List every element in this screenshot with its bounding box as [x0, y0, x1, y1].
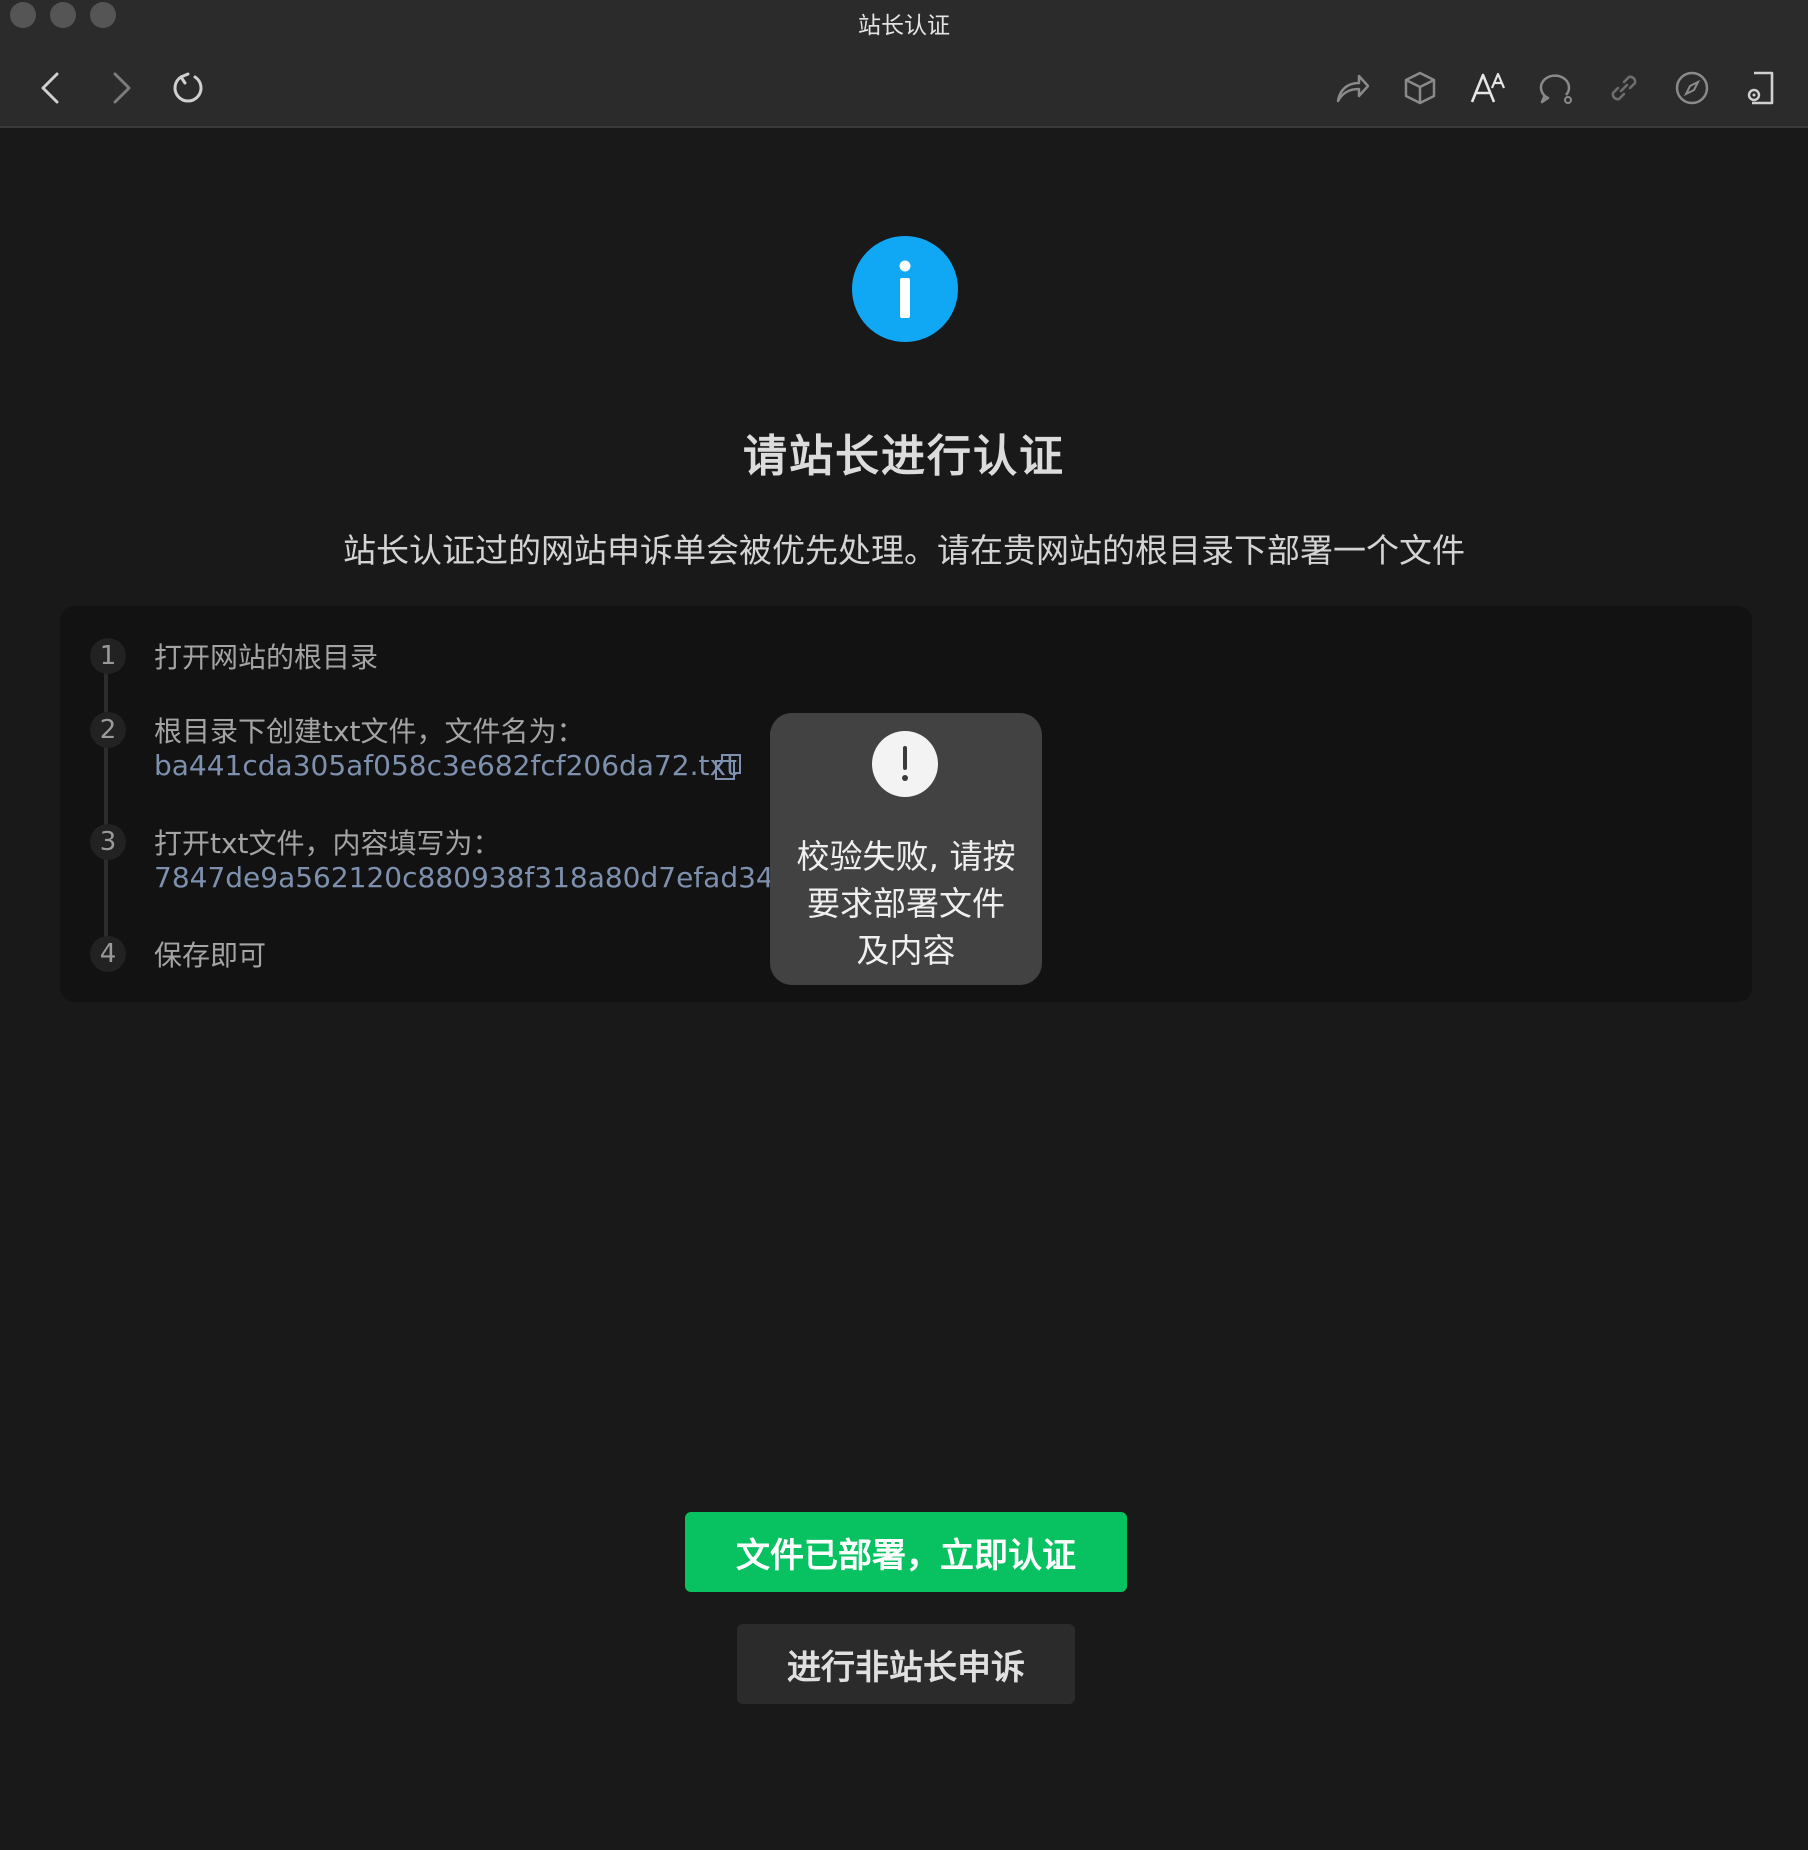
step-number: 1 [90, 638, 126, 674]
title-bar: 站长认证 [0, 0, 1808, 128]
back-icon [41, 72, 59, 104]
non-owner-appeal-button[interactable]: 进行非站长申诉 [737, 1624, 1075, 1704]
toast-message: 校验失败, 请按要求部署文件及内容 [796, 837, 1016, 970]
cube-button[interactable] [1396, 64, 1444, 112]
step-text: 保存即可 [154, 939, 267, 972]
step-text: 根目录下创建txt文件，文件名为： [154, 715, 585, 748]
file-name-value[interactable]: ba441cda305af058c3e682fcf206da72.txt [154, 749, 737, 782]
chat-button[interactable] [1532, 64, 1580, 112]
font-size-icon [1470, 72, 1506, 103]
compass-button[interactable] [1668, 64, 1716, 112]
cube-icon [1404, 71, 1436, 105]
refresh-button[interactable] [164, 64, 212, 112]
device-icon [1747, 71, 1774, 105]
file-content-value[interactable]: 7847de9a562120c880938f318a80d7efad345a7 [154, 861, 827, 894]
page-description: 站长认证过的网站申诉单会被优先处理。请在贵网站的根目录下部署一个文件 [343, 531, 1465, 570]
back-button[interactable] [28, 64, 76, 112]
error-toast: 校验失败, 请按要求部署文件及内容 [770, 713, 1042, 985]
step-number: 4 [90, 936, 126, 972]
step-text: 打开网站的根目录 [154, 641, 379, 674]
share-icon [1336, 74, 1370, 103]
refresh-icon [173, 72, 203, 103]
share-button[interactable] [1328, 64, 1376, 112]
verify-now-button[interactable]: 文件已部署，立即认证 [685, 1512, 1127, 1592]
font-size-button[interactable] [1464, 64, 1512, 112]
device-button[interactable] [1736, 64, 1784, 112]
link-icon [1611, 75, 1637, 101]
info-icon [852, 236, 958, 342]
step-number: 2 [90, 712, 126, 748]
exclamation-icon [872, 731, 938, 797]
page-title: 请站长进行认证 [743, 431, 1065, 482]
step-number: 3 [90, 824, 126, 860]
steps-timeline [104, 650, 108, 950]
copy-icon[interactable] [713, 752, 743, 782]
chat-icon [1539, 74, 1572, 104]
forward-icon [113, 72, 131, 104]
compass-icon [1675, 71, 1709, 105]
window-title: 站长认证 [858, 13, 950, 39]
forward-button[interactable] [96, 64, 144, 112]
step-text: 打开txt文件，内容填写为： [154, 827, 501, 860]
link-button[interactable] [1600, 64, 1648, 112]
